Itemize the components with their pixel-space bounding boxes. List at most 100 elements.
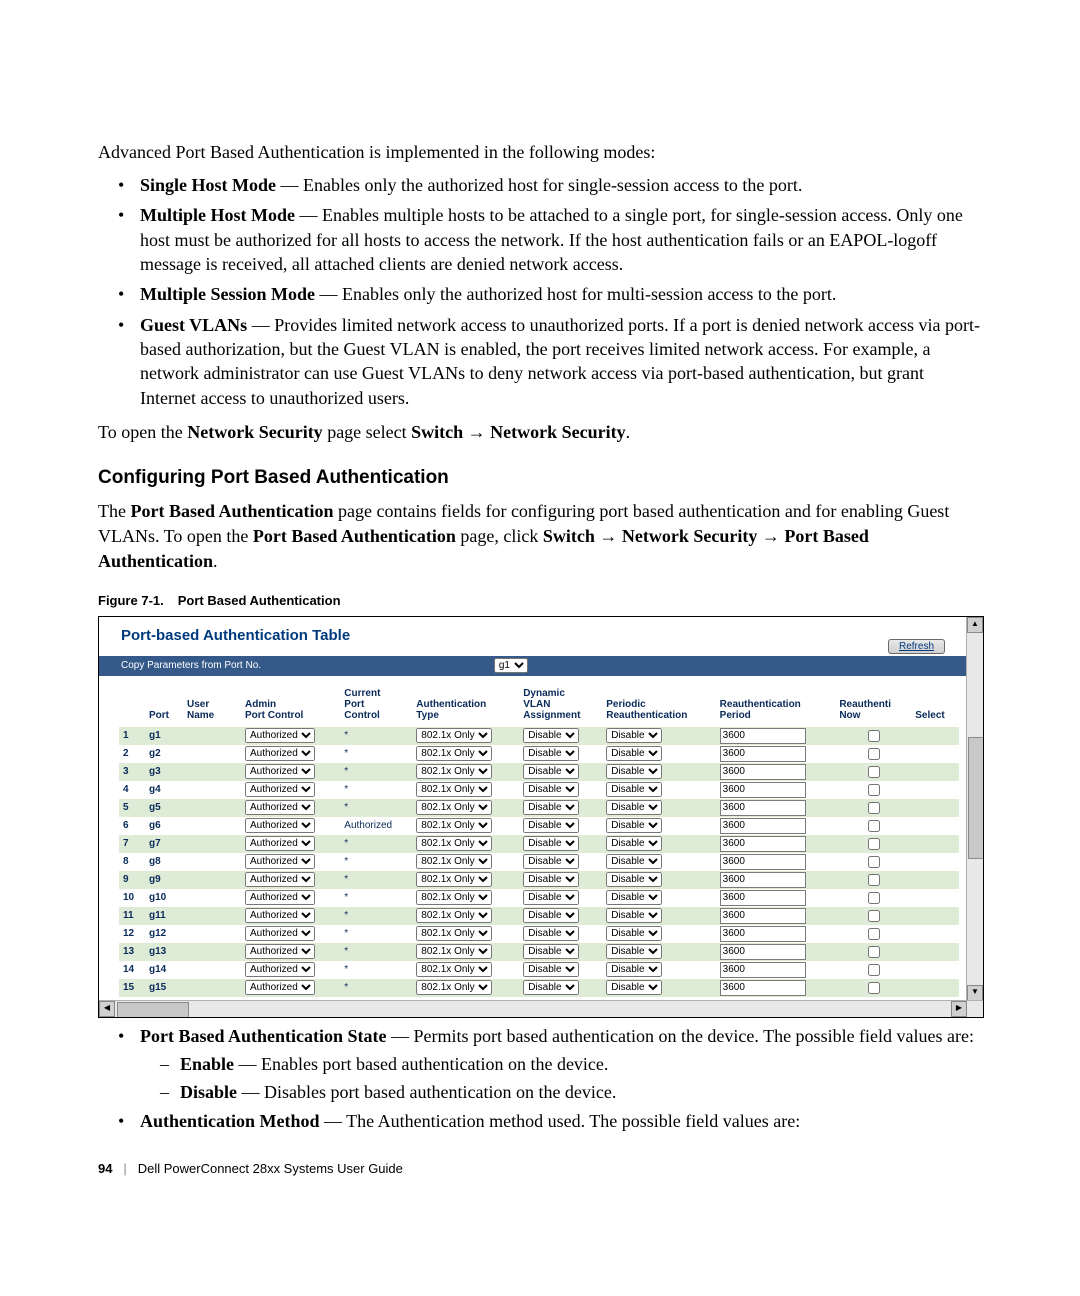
periodic-select[interactable]: Disable [606,782,662,797]
auth-select[interactable]: 802.1x Only [416,818,492,833]
vlan-select[interactable]: Disable [523,908,579,923]
now-checkbox[interactable] [868,784,880,796]
admin-select[interactable]: Authorized [245,728,315,743]
auth-select[interactable]: 802.1x Only [416,854,492,869]
reauth-input[interactable] [720,926,806,942]
reauth-input[interactable] [720,980,806,996]
periodic-select[interactable]: Disable [606,800,662,815]
now-checkbox[interactable] [868,748,880,760]
now-checkbox[interactable] [868,964,880,976]
reauth-input[interactable] [720,764,806,780]
auth-select[interactable]: 802.1x Only [416,980,492,995]
reauth-input[interactable] [720,746,806,762]
auth-select[interactable]: 802.1x Only [416,836,492,851]
auth-select[interactable]: 802.1x Only [416,890,492,905]
scroll-thumb[interactable] [117,1002,189,1018]
admin-select[interactable]: Authorized [245,944,315,959]
reauth-input[interactable] [720,836,806,852]
scroll-left-icon[interactable]: ◀ [99,1001,115,1017]
auth-select[interactable]: 802.1x Only [416,962,492,977]
now-checkbox[interactable] [868,928,880,940]
now-checkbox[interactable] [868,802,880,814]
now-checkbox[interactable] [868,892,880,904]
refresh-button[interactable]: Refresh [888,639,945,654]
auth-select[interactable]: 802.1x Only [416,764,492,779]
reauth-input[interactable] [720,908,806,924]
vlan-select[interactable]: Disable [523,944,579,959]
reauth-input[interactable] [720,854,806,870]
admin-select[interactable]: Authorized [245,962,315,977]
vlan-select[interactable]: Disable [523,764,579,779]
now-checkbox[interactable] [868,982,880,994]
now-checkbox[interactable] [868,910,880,922]
now-checkbox[interactable] [868,946,880,958]
admin-select[interactable]: Authorized [245,800,315,815]
vlan-select[interactable]: Disable [523,836,579,851]
vlan-select[interactable]: Disable [523,962,579,977]
periodic-select[interactable]: Disable [606,872,662,887]
auth-select[interactable]: 802.1x Only [416,944,492,959]
reauth-input[interactable] [720,818,806,834]
reauth-input[interactable] [720,890,806,906]
periodic-select[interactable]: Disable [606,908,662,923]
vlan-select[interactable]: Disable [523,926,579,941]
reauth-input[interactable] [720,944,806,960]
scroll-up-icon[interactable]: ▲ [967,617,983,633]
reauth-input[interactable] [720,962,806,978]
now-checkbox[interactable] [868,820,880,832]
periodic-select[interactable]: Disable [606,728,662,743]
periodic-select[interactable]: Disable [606,926,662,941]
vlan-select[interactable]: Disable [523,890,579,905]
reauth-input[interactable] [720,800,806,816]
periodic-select[interactable]: Disable [606,962,662,977]
auth-select[interactable]: 802.1x Only [416,872,492,887]
reauth-input[interactable] [720,782,806,798]
scroll-down-icon[interactable]: ▼ [967,985,983,1001]
auth-select[interactable]: 802.1x Only [416,782,492,797]
admin-select[interactable]: Authorized [245,746,315,761]
periodic-select[interactable]: Disable [606,854,662,869]
periodic-select[interactable]: Disable [606,890,662,905]
admin-select[interactable]: Authorized [245,980,315,995]
now-checkbox[interactable] [868,730,880,742]
copy-params-select[interactable]: g1 [494,658,528,673]
vlan-select[interactable]: Disable [523,728,579,743]
vlan-select[interactable]: Disable [523,872,579,887]
scroll-thumb[interactable] [968,737,984,859]
scroll-right-icon[interactable]: ▶ [951,1001,967,1017]
vlan-select[interactable]: Disable [523,800,579,815]
admin-select[interactable]: Authorized [245,890,315,905]
reauth-input[interactable] [720,728,806,744]
vertical-scrollbar[interactable]: ▲ ▼ [966,617,983,1001]
periodic-select[interactable]: Disable [606,836,662,851]
auth-select[interactable]: 802.1x Only [416,746,492,761]
periodic-select[interactable]: Disable [606,764,662,779]
periodic-select[interactable]: Disable [606,746,662,761]
vlan-select[interactable]: Disable [523,746,579,761]
auth-select[interactable]: 802.1x Only [416,800,492,815]
periodic-select[interactable]: Disable [606,818,662,833]
vlan-select[interactable]: Disable [523,782,579,797]
periodic-select[interactable]: Disable [606,944,662,959]
admin-select[interactable]: Authorized [245,764,315,779]
admin-select[interactable]: Authorized [245,872,315,887]
horizontal-scrollbar[interactable]: ◀ ▶ [99,1000,983,1017]
admin-select[interactable]: Authorized [245,926,315,941]
auth-select[interactable]: 802.1x Only [416,728,492,743]
vlan-select[interactable]: Disable [523,854,579,869]
admin-select[interactable]: Authorized [245,836,315,851]
reauth-input[interactable] [720,872,806,888]
admin-select[interactable]: Authorized [245,908,315,923]
now-checkbox[interactable] [868,856,880,868]
now-checkbox[interactable] [868,766,880,778]
auth-select[interactable]: 802.1x Only [416,926,492,941]
vlan-select[interactable]: Disable [523,818,579,833]
admin-select[interactable]: Authorized [245,782,315,797]
admin-select[interactable]: Authorized [245,818,315,833]
vlan-select[interactable]: Disable [523,980,579,995]
now-checkbox[interactable] [868,838,880,850]
auth-select[interactable]: 802.1x Only [416,908,492,923]
periodic-select[interactable]: Disable [606,980,662,995]
now-checkbox[interactable] [868,874,880,886]
admin-select[interactable]: Authorized [245,854,315,869]
